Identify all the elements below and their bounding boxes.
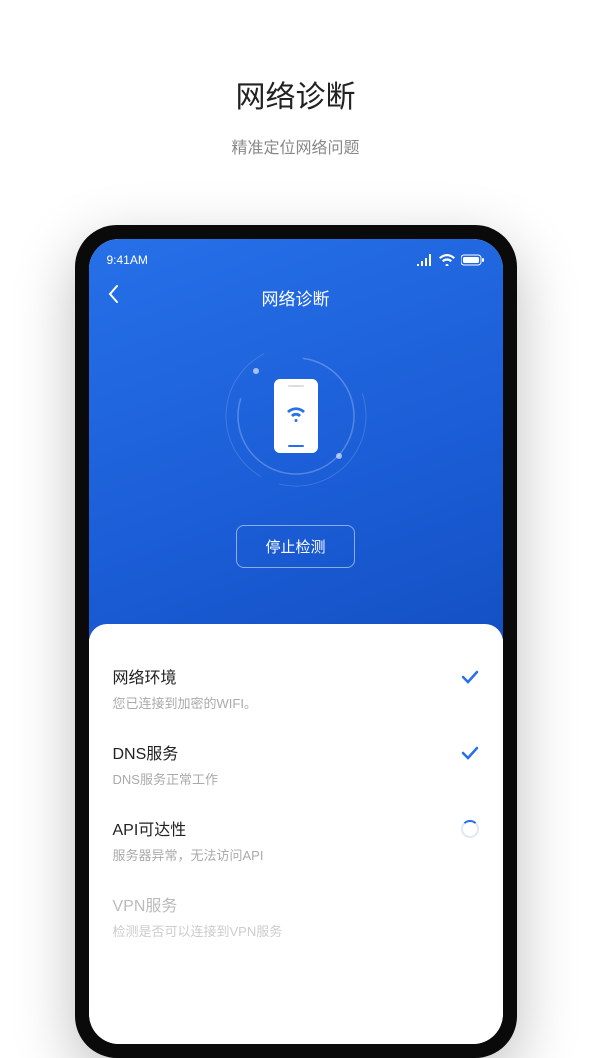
result-item-network: 网络环境 您已连接到加密的WIFI。 (113, 650, 479, 726)
result-item-dns: DNS服务 DNS服务正常工作 (113, 726, 479, 802)
result-desc: DNS服务正常工作 (113, 769, 461, 788)
result-desc: 服务器异常，无法访问API (113, 845, 461, 864)
result-desc: 检测是否可以连接到VPN服务 (113, 921, 479, 940)
app-header: 9:41AM 网络诊断 (89, 239, 503, 639)
check-icon (461, 744, 479, 765)
back-button[interactable] (107, 284, 119, 310)
results-panel: 网络环境 您已连接到加密的WIFI。 DNS服务 DNS服务正常工作 (89, 624, 503, 1044)
scan-animation: 停止检测 (89, 341, 503, 568)
status-icons (417, 254, 485, 266)
page-title: 网络诊断 (0, 0, 591, 116)
phone-frame: 9:41AM 网络诊断 (75, 225, 517, 1058)
result-title: DNS服务 (113, 740, 461, 764)
status-bar: 9:41AM (89, 239, 503, 271)
result-title: VPN服务 (113, 892, 479, 916)
page-subtitle: 精准定位网络问题 (0, 134, 591, 158)
result-item-vpn: VPN服务 检测是否可以连接到VPN服务 (113, 878, 479, 954)
wifi-symbol-icon (286, 406, 306, 427)
phone-screen: 9:41AM 网络诊断 (89, 239, 503, 1044)
status-time: 9:41AM (107, 253, 148, 267)
wifi-icon (439, 254, 455, 266)
spinner-icon (461, 820, 479, 838)
result-title: 网络环境 (113, 664, 461, 688)
signal-icon (417, 254, 433, 266)
battery-icon (461, 254, 485, 266)
result-item-api: API可达性 服务器异常，无法访问API (113, 802, 479, 878)
scan-circle (221, 341, 371, 491)
nav-title: 网络诊断 (262, 285, 330, 310)
phone-device-icon (274, 379, 318, 453)
result-title: API可达性 (113, 816, 461, 840)
result-desc: 您已连接到加密的WIFI。 (113, 693, 461, 712)
stop-button[interactable]: 停止检测 (236, 525, 354, 568)
check-icon (461, 668, 479, 689)
nav-bar: 网络诊断 (89, 275, 503, 319)
